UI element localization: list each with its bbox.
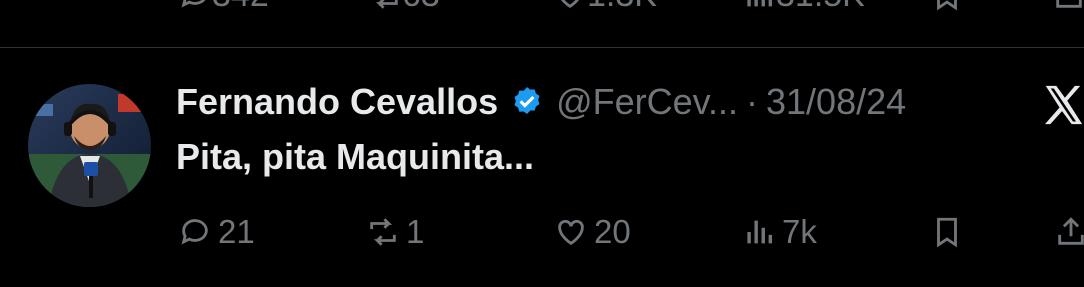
reply-button[interactable]: 21 — [178, 210, 255, 254]
views-icon — [747, 220, 773, 244]
prev-reply-button[interactable]: 342 — [178, 0, 269, 15]
prev-repost-button[interactable]: 63 — [368, 0, 440, 15]
prev-share-button[interactable] — [1052, 0, 1084, 12]
reply-count: 21 — [218, 213, 255, 250]
bookmark-icon — [937, 0, 957, 11]
prev-repost-count: 63 — [402, 0, 440, 15]
tweet-text: Pita, pita Maquinita... — [176, 136, 535, 177]
bookmark-icon — [937, 217, 957, 248]
meta-separator: · — [746, 81, 758, 122]
repost-button[interactable]: 1 — [366, 210, 424, 254]
verified-badge-icon — [510, 85, 544, 119]
share-button[interactable] — [1054, 210, 1084, 254]
bookmark-button[interactable] — [930, 210, 970, 254]
heart-icon — [560, 0, 580, 9]
avatar[interactable] — [28, 84, 151, 207]
prev-like-count: 1.3K — [587, 0, 657, 15]
heart-icon — [558, 219, 584, 246]
tweet-date[interactable]: 31/08/24 — [766, 81, 906, 123]
previous-tweet-actions: 342 63 1.3K 31.5K — [0, 0, 1084, 15]
like-count: 20 — [594, 213, 631, 250]
reply-icon — [181, 219, 208, 245]
repost-icon — [375, 0, 398, 9]
views-icon — [747, 0, 773, 7]
reply-icon — [181, 0, 206, 8]
repost-count: 1 — [406, 213, 425, 250]
share-icon — [1056, 0, 1082, 8]
author-name[interactable]: Fernando Cevallos — [176, 81, 498, 123]
x-logo-icon — [1040, 82, 1084, 128]
prev-views-button[interactable]: 31.5K — [742, 0, 865, 15]
author-handle[interactable]: @FerCev... — [556, 81, 738, 123]
prev-bookmark-button[interactable] — [930, 0, 964, 12]
prev-like-button[interactable]: 1.3K — [553, 0, 657, 15]
like-button[interactable]: 20 — [554, 210, 631, 254]
tweet-header: Fernando Cevallos @FerCev... · 31/08/24 — [176, 78, 906, 126]
repost-icon — [370, 218, 396, 246]
views-count: 7k — [782, 213, 817, 250]
tweet-divider — [0, 47, 1084, 48]
share-icon — [1058, 217, 1084, 245]
prev-views-count: 31.5K — [776, 0, 865, 15]
tweet-actions: 21 1 20 7k — [0, 210, 1084, 254]
views-button[interactable]: 7k — [742, 210, 817, 254]
avatar-photo — [28, 84, 151, 207]
prev-reply-count: 342 — [212, 0, 269, 15]
